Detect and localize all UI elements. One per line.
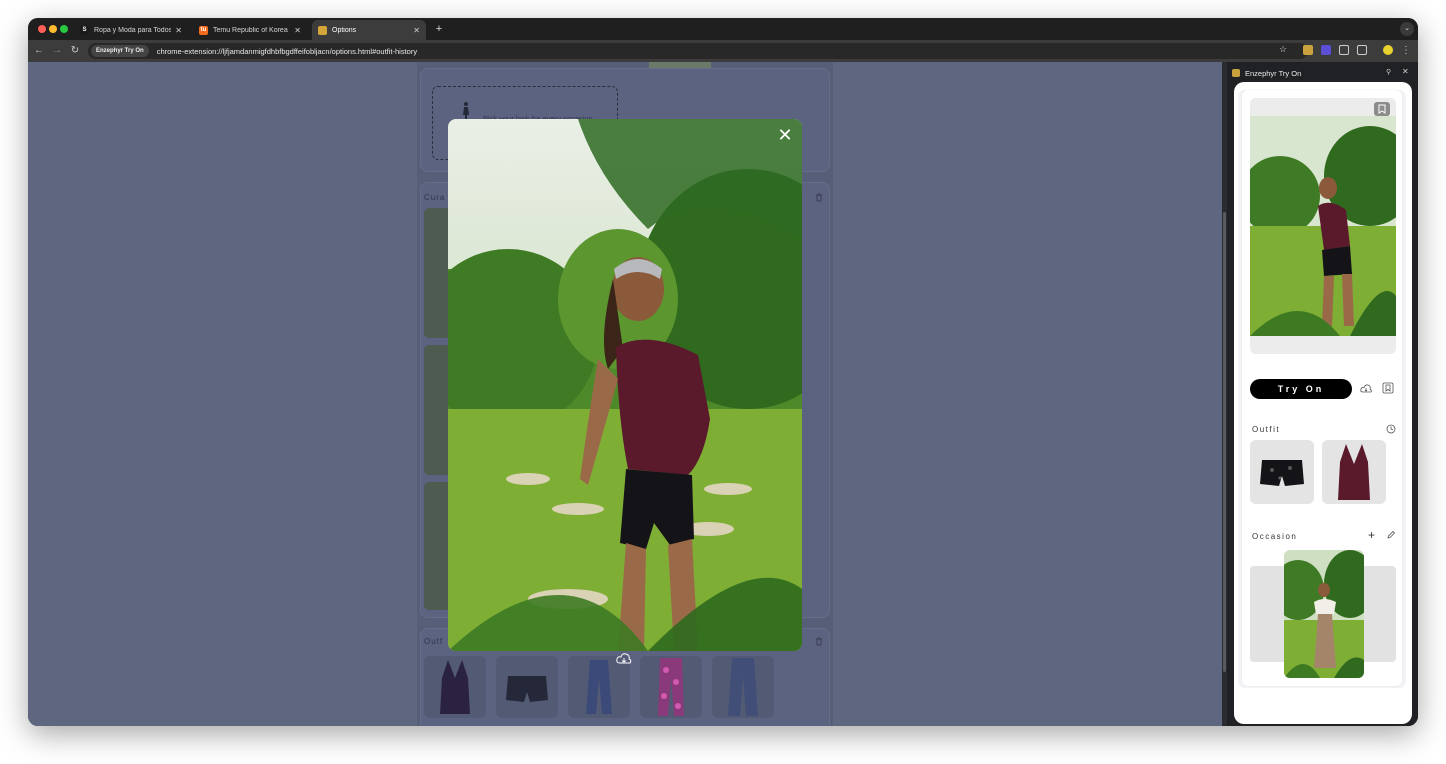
cloud-download-icon[interactable] xyxy=(1360,383,1372,395)
enzephyr-extension-icon[interactable] xyxy=(1303,45,1313,55)
close-window-button[interactable] xyxy=(38,25,46,33)
tab-favicon: tu xyxy=(199,25,208,35)
trash-icon[interactable] xyxy=(815,637,823,646)
menu-kebab-icon[interactable]: ⋮ xyxy=(1399,44,1413,58)
side-panel-title: Enzephyr Try On xyxy=(1245,68,1302,78)
new-tab-button[interactable]: + xyxy=(432,22,446,36)
history-clock-icon[interactable] xyxy=(1386,424,1396,434)
sequin-shorts-image xyxy=(1260,460,1304,486)
preview-image xyxy=(1250,98,1396,354)
tab-close-icon[interactable]: ✕ xyxy=(175,26,182,35)
url-text[interactable]: chrome-extension://ljfjamdanmigfdhbfbgdf… xyxy=(157,47,417,56)
extension-origin-chip[interactable]: Enzephyr Try On xyxy=(91,45,149,57)
occasion-look-card[interactable] xyxy=(1284,550,1364,678)
maximize-window-button[interactable] xyxy=(60,25,68,33)
outfit-item-halter-top[interactable] xyxy=(424,656,486,718)
side-panel-icon[interactable] xyxy=(1357,45,1367,55)
halter-top-image xyxy=(1338,444,1370,500)
cloud-download-icon[interactable] xyxy=(616,652,632,666)
star-icon[interactable]: ☆ xyxy=(1279,44,1287,55)
tab-favicon xyxy=(318,25,327,35)
tab-close-icon[interactable]: ✕ xyxy=(294,26,301,35)
scrollbar-thumb[interactable] xyxy=(1223,212,1226,672)
outfit-garment-shorts[interactable] xyxy=(1250,440,1314,504)
enzephyr-logo-icon xyxy=(1232,69,1240,77)
browser-window: S Ropa y Moda para Todos al M ✕ tu Temu … xyxy=(28,18,1418,726)
pin-icon[interactable]: ⚲ xyxy=(1386,68,1391,76)
close-icon[interactable]: ✕ xyxy=(776,126,794,144)
pink-print-pants-image xyxy=(658,658,684,716)
bookmark-icon[interactable] xyxy=(1374,102,1390,116)
trash-icon[interactable] xyxy=(815,193,823,202)
tab-close-icon[interactable]: ✕ xyxy=(413,26,420,35)
tab-strip: S Ropa y Moda para Todos al M ✕ tu Temu … xyxy=(28,18,1418,40)
plus-icon[interactable]: + xyxy=(1368,529,1375,541)
try-on-preview[interactable] xyxy=(1250,98,1396,354)
tab-label: Ropa y Moda para Todos al M xyxy=(94,26,172,34)
occasion-label: Occasion xyxy=(1252,532,1298,541)
side-panel-body: Try On Outfit Occasion + xyxy=(1234,82,1412,724)
outfit-item-wide-jeans[interactable] xyxy=(712,656,774,718)
outfit-item-shorts[interactable] xyxy=(496,656,558,718)
pencil-icon[interactable] xyxy=(1386,530,1396,540)
outfit-section-label: Outf xyxy=(424,637,444,646)
outfit-garment-halter-top[interactable] xyxy=(1322,440,1386,504)
side-panel-header: Enzephyr Try On xyxy=(1232,66,1301,80)
try-on-button[interactable]: Try On xyxy=(1250,379,1352,399)
extension-side-panel: Enzephyr Try On ⚲ ✕ Try On Outfit Occasi… xyxy=(1222,62,1418,726)
try-on-result-image xyxy=(448,119,802,651)
outfit-item-pink-pants[interactable] xyxy=(640,656,702,718)
sequin-shorts-image xyxy=(506,676,548,702)
tab-options[interactable]: Options ✕ xyxy=(312,20,426,40)
tab-label: Options xyxy=(332,26,357,34)
tab-temu[interactable]: tu Temu Republic of Korea | Exp ✕ xyxy=(193,20,307,40)
tab-label: Temu Republic of Korea | Exp xyxy=(213,26,290,34)
wide-jeans-image xyxy=(728,658,758,716)
close-panel-icon[interactable]: ✕ xyxy=(1402,67,1409,76)
forward-arrow-icon[interactable]: → xyxy=(50,44,64,58)
back-arrow-icon[interactable]: ← xyxy=(32,44,46,58)
bookmark-icon[interactable] xyxy=(1382,382,1394,394)
try-on-card: Try On Outfit Occasion + xyxy=(1242,90,1402,686)
profile-avatar-icon[interactable] xyxy=(1383,45,1393,55)
options-page: Pick your look for every occasion Cura O… xyxy=(28,62,1222,726)
outfit-label: Outfit xyxy=(1252,425,1281,434)
curated-section-label: Cura xyxy=(424,193,446,202)
tab-favicon: S xyxy=(80,25,89,35)
side-panel-inner: Try On Outfit Occasion + xyxy=(1238,90,1406,688)
tab-ropa-moda[interactable]: S Ropa y Moda para Todos al M ✕ xyxy=(74,20,188,40)
tab-search-chevron-icon[interactable]: ⌄ xyxy=(1400,22,1414,36)
address-bar[interactable]: Enzephyr Try On chrome-extension://ljfja… xyxy=(88,43,1308,59)
extension-badge-icon[interactable] xyxy=(1321,45,1331,55)
reload-icon[interactable]: ↻ xyxy=(68,44,82,58)
occasion-look-image xyxy=(1284,550,1364,678)
minimize-window-button[interactable] xyxy=(49,25,57,33)
halter-top-image xyxy=(440,660,470,714)
page-scrollbar[interactable] xyxy=(1222,62,1227,726)
extensions-puzzle-icon[interactable] xyxy=(1339,45,1349,55)
enlarged-try-on-photo xyxy=(448,119,802,651)
browser-toolbar: ← → ↻ Enzephyr Try On chrome-extension:/… xyxy=(28,40,1418,62)
